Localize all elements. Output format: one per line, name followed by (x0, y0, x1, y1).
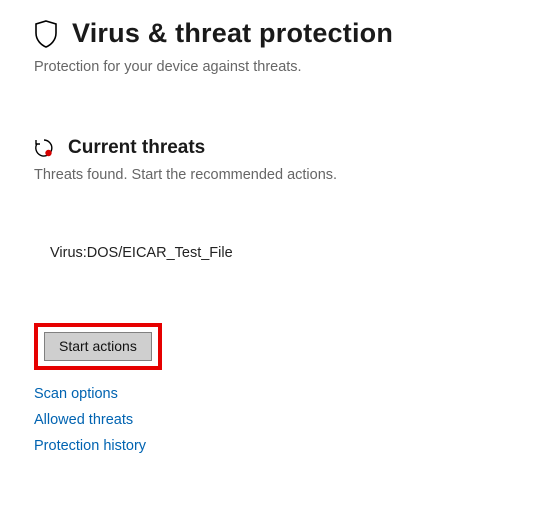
shield-icon (34, 20, 58, 48)
scan-alert-icon (34, 138, 54, 158)
scan-options-link[interactable]: Scan options (34, 386, 526, 402)
section-title-row: Current threats (34, 137, 526, 159)
page-subtitle: Protection for your device against threa… (34, 59, 526, 75)
virus-threat-page: Virus & threat protection Protection for… (0, 0, 560, 454)
threat-item: Virus:DOS/EICAR_Test_File (50, 245, 526, 261)
links-group: Scan options Allowed threats Protection … (34, 386, 526, 454)
protection-history-link[interactable]: Protection history (34, 438, 526, 454)
page-title-row: Virus & threat protection (34, 18, 526, 49)
allowed-threats-link[interactable]: Allowed threats (34, 412, 526, 428)
highlight-frame: Start actions (34, 323, 162, 370)
page-title: Virus & threat protection (72, 18, 393, 49)
current-threats-section: Current threats Threats found. Start the… (34, 137, 526, 454)
start-actions-button[interactable]: Start actions (44, 332, 152, 361)
section-subtitle: Threats found. Start the recommended act… (34, 167, 526, 183)
section-title: Current threats (68, 137, 205, 159)
